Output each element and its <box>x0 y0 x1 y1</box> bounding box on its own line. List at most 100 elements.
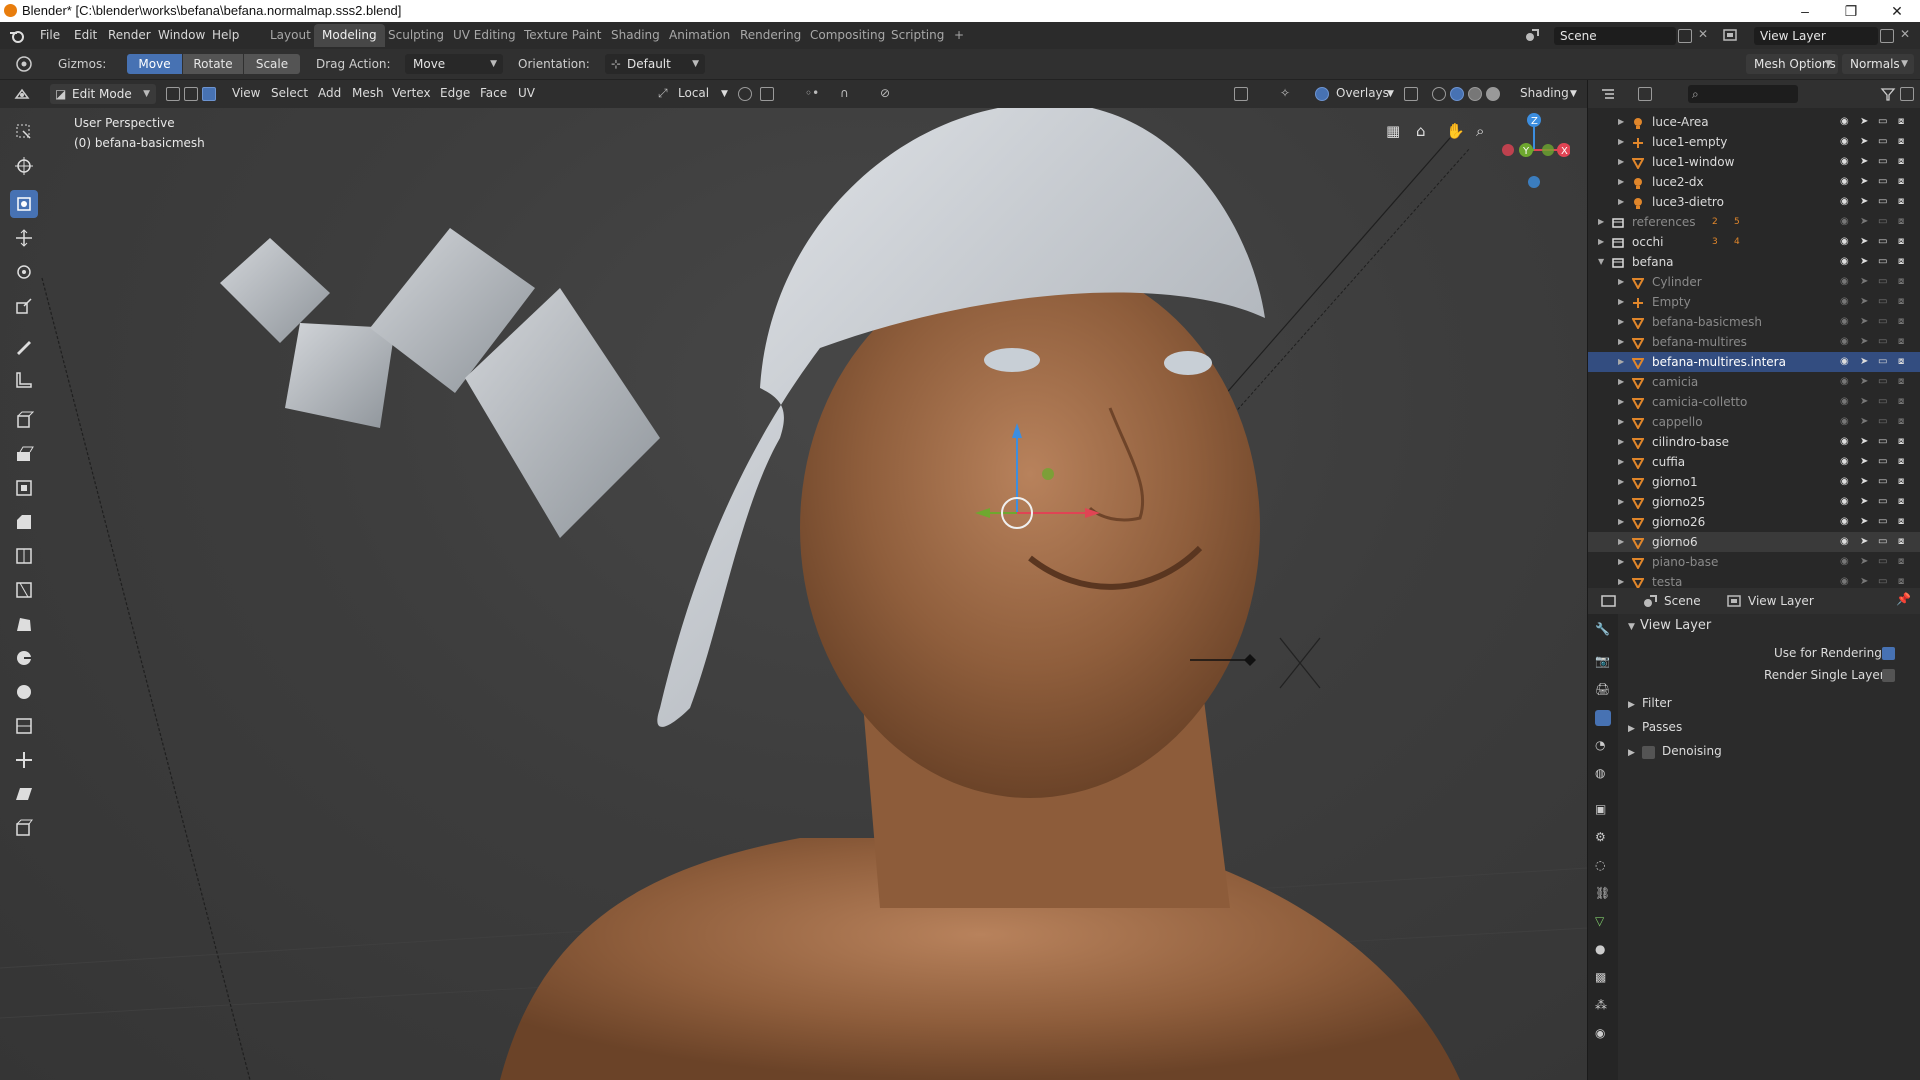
transform-space-dropdown[interactable]: Local <box>678 86 709 100</box>
collapse-arrow-icon[interactable]: ▶ <box>1618 172 1624 192</box>
view-layer-selector[interactable]: View Layer <box>1754 27 1878 45</box>
scene-properties-tab-icon[interactable]: ◔ <box>1595 738 1611 754</box>
hide-in-viewport-icon[interactable]: ◉ <box>1840 312 1849 332</box>
new-view-layer-icon[interactable] <box>1880 29 1894 43</box>
hide-in-viewport-icon[interactable]: ◉ <box>1840 512 1849 532</box>
overlays-dropdown[interactable]: Overlays <box>1336 86 1389 100</box>
collapse-arrow-icon[interactable]: ▶ <box>1618 112 1624 132</box>
blender-menu-icon[interactable] <box>9 28 25 44</box>
tab-scripting[interactable]: Scripting <box>883 24 952 47</box>
cursor-tool[interactable] <box>10 152 38 180</box>
outliner-row[interactable]: ▶ camicia ◉ ➤ ▭ ⧇ <box>1588 372 1920 392</box>
disable-in-viewports-icon[interactable]: ▭ <box>1878 512 1887 532</box>
menu-edge[interactable]: Edge <box>440 86 470 100</box>
selectable-icon[interactable]: ➤ <box>1860 412 1868 432</box>
new-scene-icon[interactable] <box>1678 29 1692 43</box>
menu-edit[interactable]: Edit <box>74 28 97 42</box>
outliner-row[interactable]: ▶ befana-multires.intera ◉ ➤ ▭ ⧇ <box>1588 352 1920 372</box>
disable-in-viewports-icon[interactable]: ▭ <box>1878 312 1887 332</box>
disable-in-renders-icon[interactable]: ⧇ <box>1898 152 1904 172</box>
mode-dropdown[interactable]: ◪ Edit Mode ▼ <box>50 84 156 104</box>
close-button[interactable]: ✕ <box>1874 0 1920 22</box>
outliner-row[interactable]: ▶ befana-multires ◉ ➤ ▭ ⧇ <box>1588 332 1920 352</box>
selectable-icon[interactable]: ➤ <box>1860 332 1868 352</box>
selectable-icon[interactable]: ➤ <box>1860 392 1868 412</box>
loop-cut-tool[interactable] <box>10 542 38 570</box>
selectable-icon[interactable]: ➤ <box>1860 132 1868 152</box>
menu-mesh[interactable]: Mesh <box>352 86 384 100</box>
outliner-row[interactable]: ▶ occhi 3 4 ◉ ➤ ▭ ⧇ <box>1588 232 1920 252</box>
disable-in-viewports-icon[interactable]: ▭ <box>1878 392 1887 412</box>
pan-view-icon[interactable]: ✋ <box>1446 122 1465 140</box>
modifier-properties-tab-icon[interactable]: ⚙ <box>1595 830 1611 846</box>
use-for-rendering-checkbox[interactable] <box>1882 647 1895 660</box>
selectable-icon[interactable]: ➤ <box>1860 212 1868 232</box>
hide-in-viewport-icon[interactable]: ◉ <box>1840 352 1849 372</box>
expand-arrow-icon[interactable]: ▼ <box>1598 252 1604 272</box>
selectable-icon[interactable]: ➤ <box>1860 452 1868 472</box>
outliner-row[interactable]: ▶ giorno26 ◉ ➤ ▭ ⧇ <box>1588 512 1920 532</box>
disable-in-viewports-icon[interactable]: ▭ <box>1878 172 1887 192</box>
disable-in-renders-icon[interactable]: ⧇ <box>1898 212 1904 232</box>
knife-tool[interactable] <box>10 576 38 604</box>
outliner-row[interactable]: ▶ cuffia ◉ ➤ ▭ ⧇ <box>1588 452 1920 472</box>
hide-in-viewport-icon[interactable]: ◉ <box>1840 452 1849 472</box>
disable-in-viewports-icon[interactable]: ▭ <box>1878 492 1887 512</box>
selectable-icon[interactable]: ➤ <box>1860 152 1868 172</box>
face-select-icon[interactable] <box>202 87 216 101</box>
outliner-row[interactable]: ▶ giorno1 ◉ ➤ ▭ ⧇ <box>1588 472 1920 492</box>
empty-marker-diamond[interactable] <box>1244 654 1256 666</box>
outliner-row[interactable]: ▼ befana ◉ ➤ ▭ ⧇ <box>1588 252 1920 272</box>
collapse-arrow-icon[interactable]: ▶ <box>1618 452 1624 472</box>
disable-in-viewports-icon[interactable]: ▭ <box>1878 212 1887 232</box>
disable-in-viewports-icon[interactable]: ▭ <box>1878 472 1887 492</box>
properties-scene-crumb[interactable]: Scene <box>1664 594 1701 608</box>
disable-in-viewports-icon[interactable]: ▭ <box>1878 232 1887 252</box>
world-properties-tab-icon[interactable]: ◍ <box>1595 766 1611 782</box>
disable-in-viewports-icon[interactable]: ▭ <box>1878 432 1887 452</box>
pivot-icon[interactable] <box>738 87 752 101</box>
outliner-row[interactable]: ▶ Empty ◉ ➤ ▭ ⧇ <box>1588 292 1920 312</box>
tool-properties-tab-icon[interactable]: 🔧 <box>1595 622 1611 638</box>
disable-in-renders-icon[interactable]: ⧇ <box>1898 472 1904 492</box>
disable-in-renders-icon[interactable]: ⧇ <box>1898 372 1904 392</box>
selectable-icon[interactable]: ➤ <box>1860 352 1868 372</box>
view-layer-panel-title[interactable]: View Layer <box>1640 618 1711 633</box>
disable-in-viewports-icon[interactable]: ▭ <box>1878 132 1887 152</box>
disable-in-renders-icon[interactable]: ⧇ <box>1898 332 1904 352</box>
camera-view-icon[interactable]: ⌂ <box>1416 122 1426 140</box>
hide-in-viewport-icon[interactable]: ◉ <box>1840 492 1849 512</box>
outliner-row[interactable]: ▶ references 2 5 ◉ ➤ ▭ ⧇ <box>1588 212 1920 232</box>
disable-in-renders-icon[interactable]: ⧇ <box>1898 252 1904 272</box>
hide-in-viewport-icon[interactable]: ◉ <box>1840 172 1849 192</box>
shrink-fatten-tool[interactable] <box>10 746 38 774</box>
shear-tool[interactable] <box>10 780 38 808</box>
menu-help[interactable]: Help <box>212 28 239 42</box>
extrude-tool[interactable] <box>10 440 38 468</box>
hide-in-viewport-icon[interactable]: ◉ <box>1840 412 1849 432</box>
outliner-row[interactable]: ▶ luce1-window ◉ ➤ ▭ ⧇ <box>1588 152 1920 172</box>
hide-in-viewport-icon[interactable]: ◉ <box>1840 472 1849 492</box>
outliner-row[interactable]: ▶ cilindro-base ◉ ➤ ▭ ⧇ <box>1588 432 1920 452</box>
collapse-arrow-icon[interactable]: ▶ <box>1618 472 1624 492</box>
shading-dropdown[interactable]: Shading <box>1520 86 1569 100</box>
menu-select[interactable]: Select <box>271 86 308 100</box>
hide-in-viewport-icon[interactable]: ◉ <box>1840 552 1849 572</box>
display-mode-icon[interactable] <box>1638 87 1652 101</box>
disable-in-viewports-icon[interactable]: ▭ <box>1878 352 1887 372</box>
edge-slide-tool[interactable] <box>10 712 38 740</box>
bevel-tool[interactable] <box>10 508 38 536</box>
menu-uv[interactable]: UV <box>518 86 535 100</box>
passes-subpanel[interactable]: Passes <box>1642 720 1682 734</box>
selectable-icon[interactable]: ➤ <box>1860 192 1868 212</box>
disable-in-viewports-icon[interactable]: ▭ <box>1878 252 1887 272</box>
selectable-icon[interactable]: ➤ <box>1860 512 1868 532</box>
view-layer-properties-tab-icon[interactable] <box>1595 710 1611 726</box>
menu-face[interactable]: Face <box>480 86 507 100</box>
disable-in-renders-icon[interactable]: ⧇ <box>1898 192 1904 212</box>
new-collection-icon[interactable] <box>1900 87 1914 101</box>
disable-in-renders-icon[interactable]: ⧇ <box>1898 272 1904 292</box>
edge-select-icon[interactable] <box>184 87 198 101</box>
falloff-icon[interactable]: ∩ <box>840 86 849 100</box>
xray-toggle-icon[interactable] <box>1404 87 1418 101</box>
